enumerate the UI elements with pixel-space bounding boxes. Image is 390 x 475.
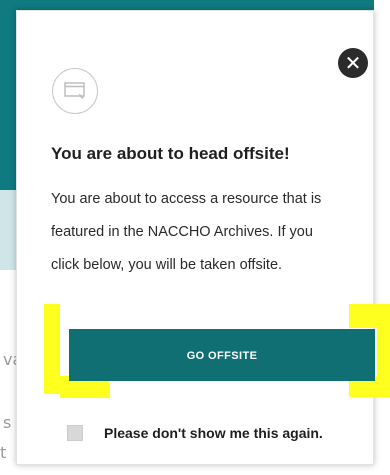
dont-show-again-checkbox[interactable] bbox=[67, 425, 83, 441]
modal-body-line: featured in the NACCHO Archives. If you bbox=[51, 224, 313, 240]
modal-body-line: click below, you will be taken offsite. bbox=[51, 257, 283, 273]
dont-show-again-row: Please don't show me this again. bbox=[67, 425, 323, 441]
background-left-strip bbox=[0, 0, 16, 270]
browser-window-icon bbox=[52, 68, 98, 114]
go-offsite-button[interactable]: GO OFFSITE bbox=[69, 329, 375, 381]
close-icon[interactable]: ✕ bbox=[338, 48, 368, 78]
modal-body: You are about to access a resource that … bbox=[51, 183, 361, 282]
yellow-highlight-mark bbox=[44, 304, 60, 394]
dont-show-again-label[interactable]: Please don't show me this again. bbox=[104, 425, 323, 441]
modal-body-line: You are about to access a resource that … bbox=[51, 191, 322, 207]
modal-title: You are about to head offsite! bbox=[51, 144, 290, 163]
offsite-modal: ✕ You are about to head offsite! You are… bbox=[16, 10, 390, 465]
background-text-fragment: s bbox=[3, 413, 12, 432]
browser-window-icon-svg bbox=[64, 82, 85, 99]
background-text-fragment: t bbox=[0, 443, 7, 462]
background-right-strip bbox=[374, 0, 390, 475]
